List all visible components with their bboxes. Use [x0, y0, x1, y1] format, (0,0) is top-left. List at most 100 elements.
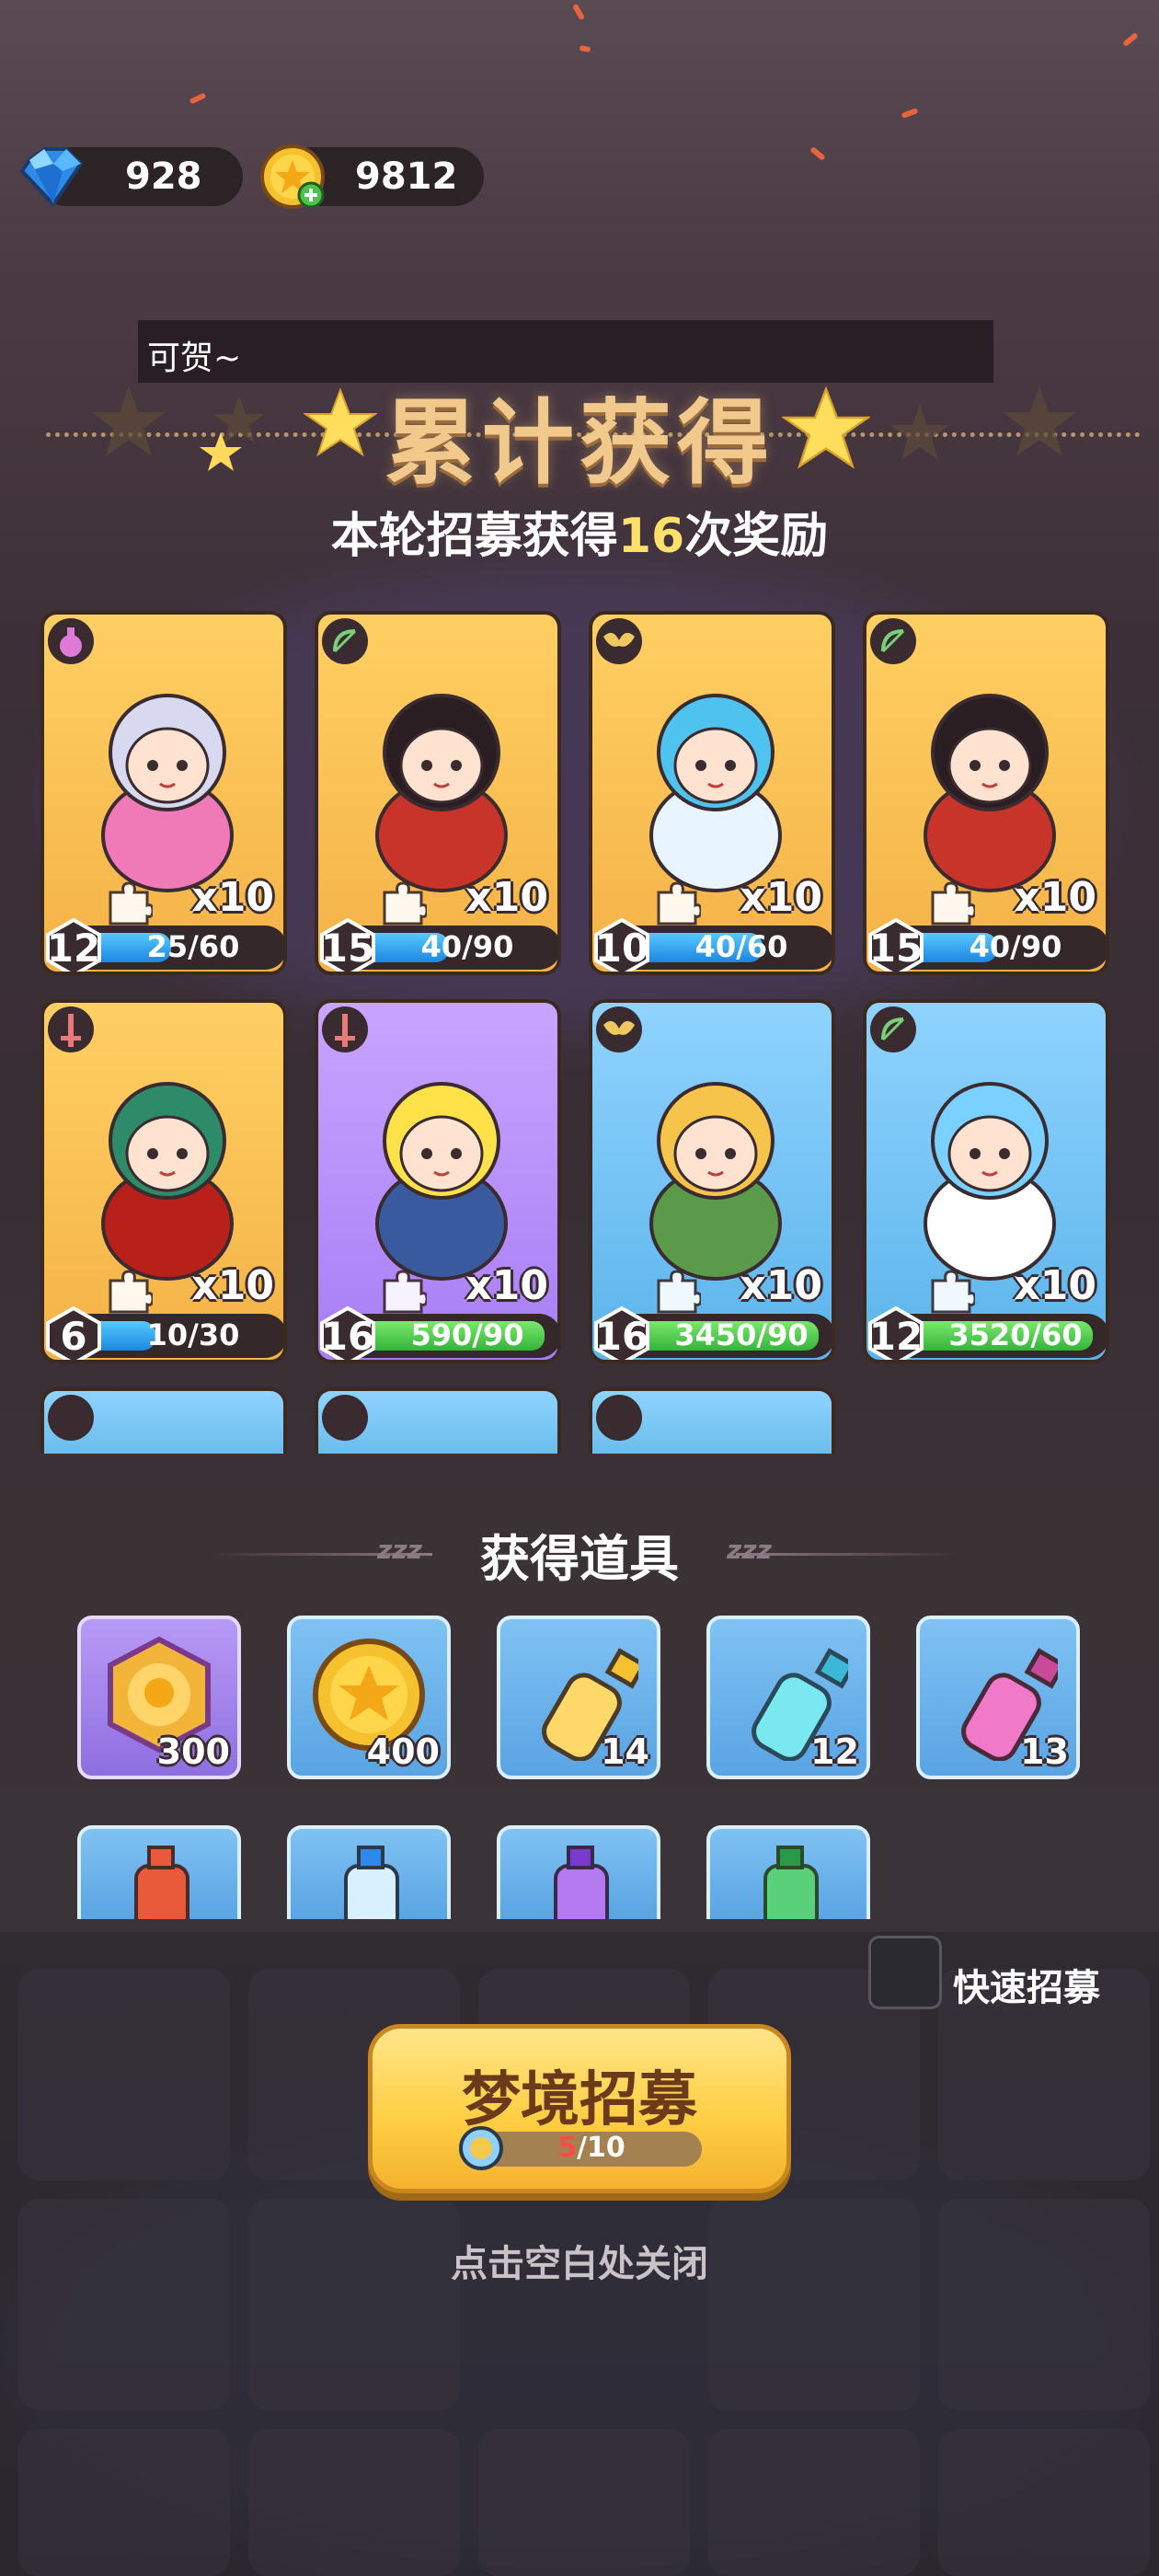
level-progress-bar: 590/90 [351, 1314, 557, 1358]
hero-portrait [924, 1082, 1056, 1281]
hero-level-number: 15 [320, 926, 375, 971]
item-card[interactable]: 14 [497, 1616, 660, 1779]
recruit-progress-text: 5/10 [481, 2132, 702, 2164]
hero-level-number: 15 [868, 926, 924, 971]
hero-card[interactable]: x10 590/90 16 [315, 999, 561, 1363]
tap-to-close-hint[interactable]: 点击空白处关闭 [0, 2234, 1159, 2287]
item-card[interactable]: 13 [916, 1616, 1080, 1779]
ember-particle [1122, 31, 1139, 48]
item-card[interactable]: 400 [287, 1616, 451, 1779]
hero-level-number: 10 [594, 926, 649, 971]
level-progress-text: 25/60 [146, 929, 240, 964]
puzzle-piece-icon [109, 1270, 153, 1314]
hero-level-badge: 16 [592, 1305, 651, 1360]
page-title: 累计获得 [384, 389, 775, 497]
hero-level-badge: 12 [44, 917, 103, 972]
diamond-icon [19, 147, 84, 208]
hero-card[interactable]: x10 3520/60 12 [863, 999, 1109, 1363]
recruit-button-label: 梦境招募 [462, 2066, 697, 2134]
puzzle-piece-icon [383, 881, 427, 926]
hero-card-partial[interactable] [315, 1387, 561, 1454]
shard-count: x10 [191, 1262, 274, 1309]
summary-suffix: 次奖励 [684, 509, 829, 564]
hero-portrait [101, 694, 234, 892]
puzzle-piece-icon [931, 881, 975, 926]
ember-particle [901, 108, 919, 119]
hero-level-badge: 16 [318, 1305, 377, 1360]
level-progress-bar: 10/30 [77, 1314, 283, 1358]
hero-card[interactable]: x10 40/60 10 [589, 611, 835, 975]
hero-card-partial[interactable] [589, 1387, 835, 1454]
item-card[interactable]: 12 [706, 1616, 870, 1779]
dream-recruit-button[interactable]: 梦境招募 5/10 [368, 2024, 791, 2193]
hero-card[interactable]: x10 10/30 6 [40, 999, 287, 1363]
gold-coin-plus-icon [260, 144, 325, 209]
puzzle-piece-icon [931, 1270, 975, 1314]
level-progress-text: 40/90 [420, 929, 514, 964]
puzzle-piece-icon [109, 881, 153, 926]
level-progress-text: 40/90 [969, 929, 1062, 964]
level-progress-bar: 3450/90 [625, 1314, 832, 1358]
level-progress-bar: 40/60 [625, 926, 832, 970]
quick-recruit-checkbox[interactable] [868, 1936, 942, 2009]
level-progress-text: 3450/90 [674, 1317, 809, 1352]
green-bottle-icon [763, 1846, 819, 1919]
recruit-progress-total: /10 [577, 2132, 625, 2164]
item-card-partial[interactable] [497, 1825, 660, 1919]
shard-count: x10 [465, 1262, 548, 1309]
coin-counter[interactable]: 9812 [260, 144, 484, 209]
item-card-partial[interactable] [706, 1825, 870, 1919]
shard-count: x10 [465, 874, 548, 921]
reward-summary: 本轮招募获得16次奖励 [0, 497, 1159, 566]
level-progress-text: 590/90 [410, 1317, 524, 1352]
reward-count: 16 [617, 509, 685, 564]
level-progress-bar: 3520/60 [900, 1314, 1106, 1358]
hero-card[interactable]: x10 40/90 15 [863, 611, 1109, 975]
hero-portrait [375, 694, 508, 892]
hero-card-partial[interactable] [40, 1387, 287, 1454]
hero-level-badge: 15 [866, 917, 925, 972]
hero-level-badge: 12 [866, 1305, 925, 1360]
items-section-title: 获得道具 [480, 1530, 679, 1588]
hero-card[interactable]: x10 40/90 15 [315, 611, 561, 975]
blue-bottle-icon [344, 1846, 399, 1919]
hero-card[interactable]: x10 3450/90 16 [589, 999, 835, 1363]
hero-portrait [375, 1082, 508, 1281]
hero-level-number: 12 [46, 926, 101, 971]
shard-count: x10 [1014, 874, 1096, 921]
puzzle-piece-icon [657, 881, 701, 926]
shard-count: x10 [740, 874, 822, 921]
level-progress-text: 40/60 [694, 929, 788, 964]
level-progress-text: 3520/60 [948, 1317, 1083, 1352]
ember-particle [809, 145, 826, 162]
gem-amount: 928 [125, 155, 202, 198]
shard-count: x10 [1014, 1262, 1096, 1309]
item-card[interactable]: 300 [77, 1616, 241, 1779]
zz-decoration-right: zzz [727, 1535, 772, 1565]
puzzle-piece-icon [383, 1270, 427, 1314]
hero-card[interactable]: x10 25/60 12 [40, 611, 287, 975]
items-divider-right [736, 1553, 957, 1556]
ember-particle [571, 3, 586, 21]
gem-counter[interactable]: 928 [19, 147, 243, 208]
item-quantity: 13 [1020, 1731, 1069, 1772]
ember-particle [189, 92, 207, 105]
item-quantity: 14 [601, 1731, 649, 1772]
shard-count: x10 [191, 874, 274, 921]
red-bottle-icon [134, 1846, 189, 1919]
wing-role-icon [48, 1395, 94, 1441]
shard-count: x10 [740, 1262, 822, 1309]
puzzle-piece-icon [657, 1270, 701, 1314]
hero-level-number: 6 [60, 1314, 87, 1359]
item-card-partial[interactable] [77, 1825, 241, 1919]
hero-level-badge: 10 [592, 917, 651, 972]
hero-level-badge: 6 [44, 1305, 103, 1360]
hero-level-number: 12 [868, 1314, 924, 1359]
level-progress-text: 10/30 [146, 1317, 240, 1352]
level-progress-bar: 40/90 [900, 926, 1106, 970]
recruit-progress-current: 5 [557, 2132, 578, 2164]
hero-portrait [101, 1082, 234, 1281]
hero-level-number: 16 [594, 1314, 649, 1359]
item-card-partial[interactable] [287, 1825, 451, 1919]
quick-recruit-label[interactable]: 快速招募 [953, 1958, 1100, 2011]
